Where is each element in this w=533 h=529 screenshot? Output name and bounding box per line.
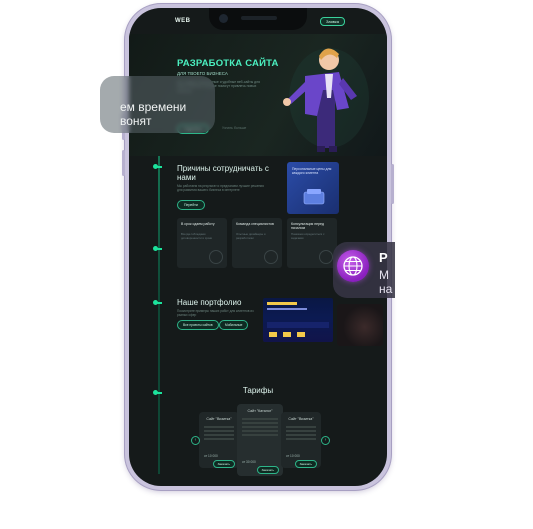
portfolio-mobile-button[interactable]: Мобильные xyxy=(219,320,249,330)
portfolio-screenshot[interactable] xyxy=(337,304,383,346)
feature-card: Консультация перед началом Поможем опред… xyxy=(287,218,337,268)
toast-right-title: Р xyxy=(379,250,388,265)
speaker-grille xyxy=(241,16,277,20)
hero-illustration xyxy=(283,48,369,152)
feature-card-desc: Всегда соблюдаем договоренности и сроки xyxy=(181,232,213,240)
feature-card-title: Команда специалистов xyxy=(236,222,274,226)
tariff-price: от 10 000 xyxy=(204,454,218,458)
feature-card-title: В срок сдаем работу xyxy=(181,222,215,226)
hero-title: РАЗРАБОТКА САЙТА xyxy=(177,58,279,69)
tariff-order-button[interactable]: Заказать xyxy=(294,460,317,468)
tariff-name: Сайт "Визитка" xyxy=(206,417,232,421)
tariff-next-arrow-icon[interactable]: › xyxy=(321,436,330,445)
feature-card: Команда специалистов Опытные дизайнеры и… xyxy=(232,218,282,268)
tariff-order-button[interactable]: Заказать xyxy=(256,466,279,474)
camera-icon xyxy=(219,14,228,23)
tariffs-section: Тарифы Сайт "Визитка" от 10 000 Заказать… xyxy=(129,380,387,486)
why-description: Мы работаем на результат и предлагаем лу… xyxy=(177,184,264,192)
toast-left-line1: ем времени xyxy=(120,100,187,114)
portfolio-description: Посмотрите примеры наших работ для клиен… xyxy=(177,309,254,317)
clock-icon xyxy=(209,250,223,264)
tariff-price: от 30 000 xyxy=(242,460,256,464)
phone-notch xyxy=(209,8,307,30)
tariff-card: Сайт "Каталог" от 30 000 Заказать xyxy=(237,404,283,476)
portfolio-section: Наше портфолио Посмотрите примеры наших … xyxy=(129,290,387,370)
tariff-card: Сайт "Визитка" от 10 000 Заказать xyxy=(199,412,239,468)
feature-card-title: Консультация перед началом xyxy=(291,222,324,231)
toast-right-line1: М xyxy=(379,268,389,282)
feature-card: В срок сдаем работу Всегда соблюдаем дог… xyxy=(177,218,227,268)
portfolio-all-button[interactable]: Все проекты сайтов xyxy=(177,320,219,330)
tariff-card: Сайт "Визитка" от 10 000 Заказать xyxy=(281,412,321,468)
portfolio-title: Наше портфолио xyxy=(177,298,242,307)
header-cta-button[interactable]: Заявка xyxy=(320,17,345,26)
tariff-name: Сайт "Визитка" xyxy=(288,417,314,421)
tariffs-title: Тарифы xyxy=(242,386,274,395)
portfolio-screenshot[interactable] xyxy=(263,298,333,342)
globe-icon xyxy=(337,250,369,282)
tariff-prev-arrow-icon[interactable]: ‹ xyxy=(191,436,200,445)
toast-left-line2: вонят xyxy=(120,114,152,128)
tariff-order-button[interactable]: Заказать xyxy=(212,460,235,468)
pricing-card-text: Персональные цены для каждого клиента xyxy=(292,167,332,176)
phone-power-button xyxy=(391,164,394,204)
tariff-price: от 10 000 xyxy=(286,454,300,458)
pricing-card: Персональные цены для каждого клиента xyxy=(287,162,339,214)
feature-card-desc: Опытные дизайнеры и разработчики xyxy=(236,232,266,240)
tariff-name: Сайт "Каталог" xyxy=(247,409,273,413)
wallet-icon xyxy=(303,189,325,205)
chat-icon xyxy=(319,250,333,264)
notification-toast-left[interactable]: ем времени вонят xyxy=(100,76,215,133)
team-icon xyxy=(264,250,278,264)
why-button[interactable]: Перейти xyxy=(177,200,205,210)
why-title: Причины сотрудничать с нами xyxy=(177,164,269,182)
phone-side-button xyxy=(122,150,125,176)
toast-right-line2: на xyxy=(379,282,393,296)
site-logo[interactable]: WEB xyxy=(175,18,191,24)
feature-card-desc: Поможем определиться с задачами xyxy=(291,232,325,240)
globe-icon-svg xyxy=(343,256,363,276)
